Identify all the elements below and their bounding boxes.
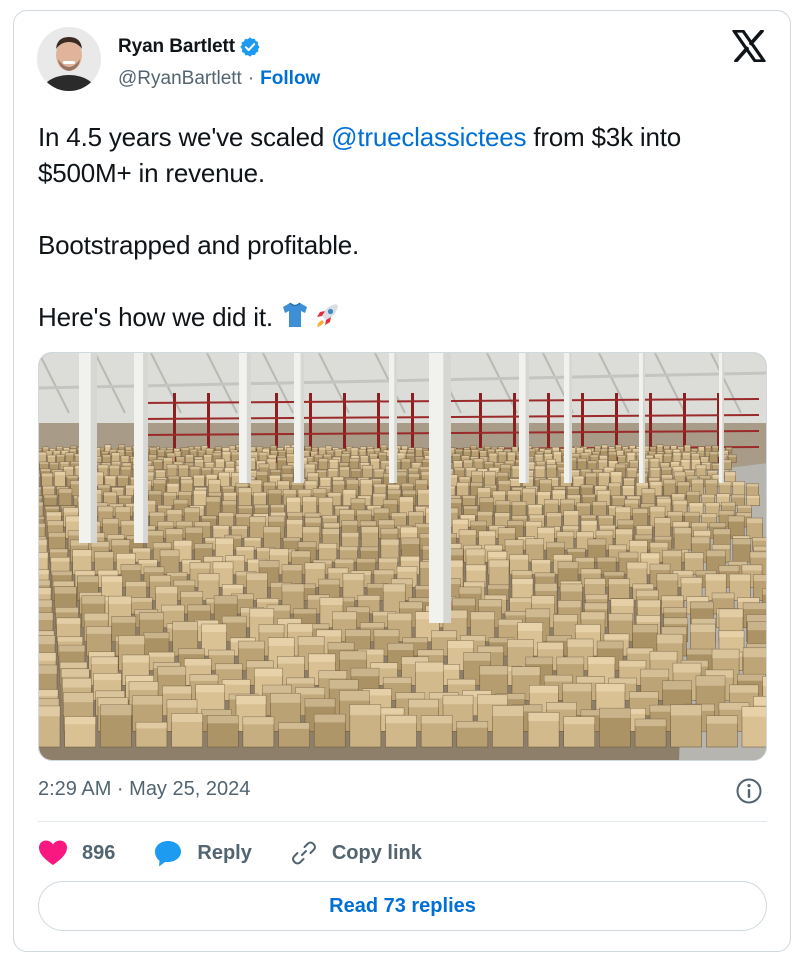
tweet-line-3-text: Here's how we did it. <box>38 302 280 332</box>
link-icon <box>291 841 316 865</box>
tweet-line-1: In 4.5 years we've scaled @trueclassicte… <box>38 119 758 191</box>
tweet-media-image[interactable] <box>38 352 767 761</box>
warehouse-photo <box>39 353 766 760</box>
like-button[interactable]: 896 <box>38 839 115 867</box>
info-icon[interactable] <box>735 777 763 805</box>
tweet-line-1-start: In 4.5 years we've scaled <box>38 122 332 152</box>
read-replies-label: Read 73 replies <box>329 894 476 917</box>
divider <box>38 821 767 822</box>
avatar[interactable] <box>37 27 101 91</box>
t-shirt-icon <box>280 300 310 330</box>
separator-dot: · <box>247 68 255 89</box>
handle-row: @RyanBartlett · Follow <box>118 68 320 90</box>
copy-link-button[interactable]: Copy link <box>290 839 422 867</box>
x-logo-icon[interactable] <box>732 29 766 63</box>
rocket-icon <box>312 300 342 330</box>
mention-link[interactable]: @trueclassictees <box>331 122 526 152</box>
tweet-line-2: Bootstrapped and profitable. <box>38 230 360 260</box>
reply-bubble-icon <box>155 841 182 867</box>
reply-button[interactable]: Reply <box>153 839 252 867</box>
tweet-text: In 4.5 years we've scaled @trueclassicte… <box>38 119 758 335</box>
follow-button[interactable]: Follow <box>260 68 320 90</box>
read-replies-button[interactable]: Read 73 replies <box>38 881 767 931</box>
copy-link-label: Copy link <box>331 841 422 864</box>
tweet-timestamp[interactable]: 2:29 AM · May 25, 2024 <box>38 778 250 801</box>
author-name-row[interactable]: Ryan Bartlett <box>118 36 261 58</box>
reply-label: Reply <box>197 841 252 864</box>
verified-badge-icon <box>239 36 261 58</box>
author-handle[interactable]: @RyanBartlett <box>118 68 242 90</box>
like-count: 896 <box>82 841 116 864</box>
heart-icon <box>39 840 67 865</box>
tweet-line-3: Here's how we did it. <box>38 299 758 335</box>
author-name[interactable]: Ryan Bartlett <box>118 36 235 58</box>
action-bar: 896 Reply Copy link <box>38 836 460 870</box>
